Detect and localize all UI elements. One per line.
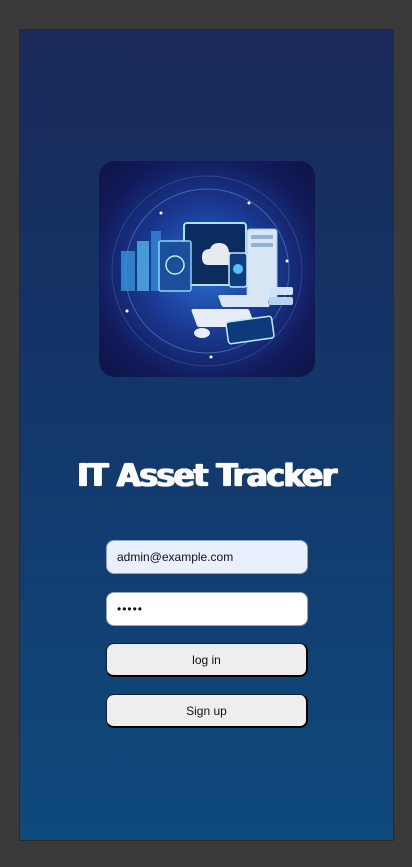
email-field[interactable] xyxy=(106,540,308,574)
app-logo-icon xyxy=(99,161,315,377)
login-button[interactable]: log in xyxy=(106,643,308,677)
app-screen: IT Asset Tracker log in Sign up xyxy=(19,29,394,841)
it-assets-illustration xyxy=(111,175,303,367)
page-title: IT Asset Tracker xyxy=(77,458,337,494)
password-field[interactable] xyxy=(106,592,308,626)
signup-button[interactable]: Sign up xyxy=(106,694,308,728)
